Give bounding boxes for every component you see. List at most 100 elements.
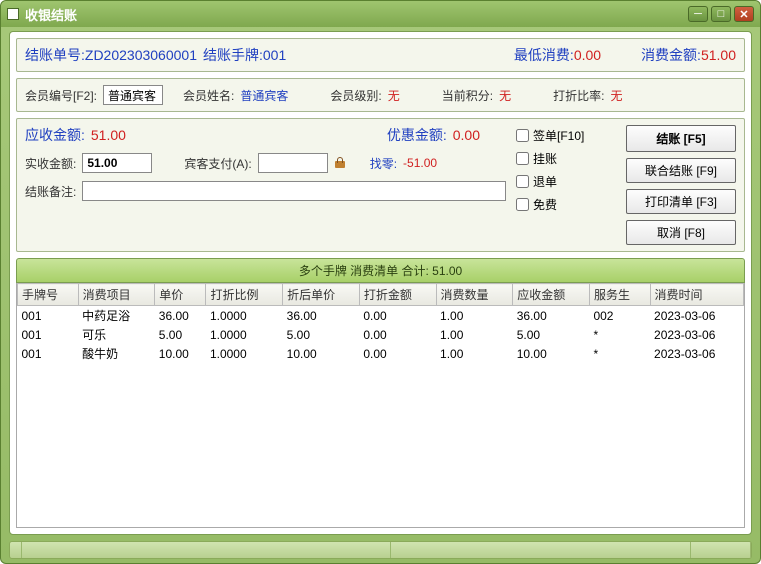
- column-header[interactable]: 服务生: [589, 284, 650, 306]
- paid-input[interactable]: [82, 153, 152, 173]
- member-points-label: 当前积分:: [442, 87, 493, 104]
- table-cell: 10.00: [155, 344, 206, 363]
- member-discount-label: 打折比率:: [553, 87, 604, 104]
- receivable-label: 应收金额:: [25, 125, 85, 145]
- column-header[interactable]: 手牌号: [18, 284, 79, 306]
- table-cell: 001: [18, 344, 79, 363]
- table-cell: 5.00: [283, 325, 360, 344]
- min-consume-value: 0.00: [574, 47, 601, 63]
- consume-amount-label: 消费金额:: [641, 45, 701, 65]
- union-checkout-button[interactable]: 联合结账 [F9]: [626, 158, 736, 183]
- table-cell: 酸牛奶: [78, 344, 155, 363]
- member-level-label: 会员级别:: [330, 87, 381, 104]
- table-cell: 36.00: [155, 306, 206, 326]
- payment-checks: 签单[F10] 挂账 退单 免费: [516, 125, 616, 245]
- payment-buttons: 结账 [F5] 联合结账 [F9] 打印清单 [F3] 取消 [F8]: [626, 125, 736, 245]
- discount-amount-label: 优惠金额:: [387, 125, 447, 145]
- table-cell: 36.00: [513, 306, 590, 326]
- refund-checkbox[interactable]: [516, 175, 529, 188]
- close-button[interactable]: ✕: [734, 6, 754, 22]
- sign-checkbox-label[interactable]: 签单[F10]: [516, 127, 616, 144]
- column-header[interactable]: 消费时间: [650, 284, 743, 306]
- column-header[interactable]: 单价: [155, 284, 206, 306]
- credit-checkbox-label[interactable]: 挂账: [516, 150, 616, 167]
- table-cell: 1.00: [436, 344, 513, 363]
- table-cell: 2023-03-06: [650, 325, 743, 344]
- table-cell: *: [589, 344, 650, 363]
- sign-checkbox[interactable]: [516, 129, 529, 142]
- column-header[interactable]: 打折金额: [359, 284, 436, 306]
- min-consume-label: 最低消费:: [514, 45, 574, 65]
- guest-pay-input[interactable]: [258, 153, 328, 173]
- column-header[interactable]: 消费项目: [78, 284, 155, 306]
- content-area: 结账单号: ZD202303060001 结账手牌: 001 最低消费: 0.0…: [9, 31, 752, 535]
- free-checkbox-label[interactable]: 免费: [516, 196, 616, 213]
- table-cell: 001: [18, 325, 79, 344]
- member-id-label: 会员编号[F2]:: [25, 87, 97, 104]
- discount-amount-value: 0.00: [453, 127, 480, 143]
- free-checkbox[interactable]: [516, 198, 529, 211]
- table-title: 多个手牌 消费清单 合计: 51.00: [16, 258, 745, 283]
- titlebar: 收银结账 ─ □ ✕: [1, 1, 760, 27]
- credit-checkbox[interactable]: [516, 152, 529, 165]
- consume-amount-value: 51.00: [701, 47, 736, 63]
- member-level-value: 无: [388, 87, 400, 104]
- paid-label: 实收金额:: [25, 155, 76, 172]
- table-row[interactable]: 001酸牛奶10.001.000010.000.001.0010.00*2023…: [18, 344, 744, 363]
- table-cell: 可乐: [78, 325, 155, 344]
- table-cell: 1.0000: [206, 325, 283, 344]
- member-name-value: 普通宾客: [240, 87, 288, 104]
- member-points-value: 无: [499, 87, 511, 104]
- payment-left: 应收金额: 51.00 优惠金额: 0.00 实收金额: 宾客支付(A): 找零…: [25, 125, 506, 245]
- header-panel: 结账单号: ZD202303060001 结账手牌: 001 最低消费: 0.0…: [16, 38, 745, 72]
- table-cell: 10.00: [513, 344, 590, 363]
- table-cell: 2023-03-06: [650, 344, 743, 363]
- bill-no-value: ZD202303060001: [85, 47, 197, 63]
- change-label: 找零:: [370, 155, 397, 172]
- table-cell: 5.00: [513, 325, 590, 344]
- table-row[interactable]: 001中药足浴36.001.000036.000.001.0036.000022…: [18, 306, 744, 326]
- print-button[interactable]: 打印清单 [F3]: [626, 189, 736, 214]
- cancel-button[interactable]: 取消 [F8]: [626, 220, 736, 245]
- column-header[interactable]: 折后单价: [283, 284, 360, 306]
- table-cell: 002: [589, 306, 650, 326]
- table-wrap[interactable]: 手牌号消费项目单价打折比例折后单价打折金额消费数量应收金额服务生消费时间 001…: [16, 283, 745, 528]
- consume-table: 手牌号消费项目单价打折比例折后单价打折金额消费数量应收金额服务生消费时间 001…: [17, 283, 744, 363]
- remark-input[interactable]: [82, 181, 506, 201]
- bill-no-label: 结账单号:: [25, 45, 85, 65]
- checkout-button[interactable]: 结账 [F5]: [626, 125, 736, 152]
- table-cell: 1.00: [436, 325, 513, 344]
- table-cell: 0.00: [359, 306, 436, 326]
- lock-icon: [334, 157, 346, 169]
- table-cell: 36.00: [283, 306, 360, 326]
- status-bar: [9, 541, 752, 559]
- table-cell: 中药足浴: [78, 306, 155, 326]
- table-cell: 1.00: [436, 306, 513, 326]
- member-discount-value: 无: [610, 87, 622, 104]
- column-header[interactable]: 应收金额: [513, 284, 590, 306]
- table-cell: 1.0000: [206, 344, 283, 363]
- table-cell: 2023-03-06: [650, 306, 743, 326]
- card-no-value: 001: [263, 47, 286, 63]
- column-header[interactable]: 打折比例: [206, 284, 283, 306]
- member-panel: 会员编号[F2]: 会员姓名: 普通宾客 会员级别: 无 当前积分: 无 打折比…: [16, 78, 745, 112]
- column-header[interactable]: 消费数量: [436, 284, 513, 306]
- guest-pay-label: 宾客支付(A):: [184, 155, 251, 172]
- window: 收银结账 ─ □ ✕ 结账单号: ZD202303060001 结账手牌: 00…: [0, 0, 761, 564]
- remark-label: 结账备注:: [25, 183, 76, 200]
- receivable-value: 51.00: [91, 127, 126, 143]
- table-cell: *: [589, 325, 650, 344]
- table-row[interactable]: 001可乐5.001.00005.000.001.005.00*2023-03-…: [18, 325, 744, 344]
- payment-panel: 应收金额: 51.00 优惠金额: 0.00 实收金额: 宾客支付(A): 找零…: [16, 118, 745, 252]
- member-id-input[interactable]: [103, 85, 163, 105]
- minimize-button[interactable]: ─: [688, 6, 708, 22]
- maximize-button[interactable]: □: [711, 6, 731, 22]
- table-cell: 001: [18, 306, 79, 326]
- table-cell: 0.00: [359, 344, 436, 363]
- table-cell: 0.00: [359, 325, 436, 344]
- table-cell: 1.0000: [206, 306, 283, 326]
- table-cell: 5.00: [155, 325, 206, 344]
- refund-checkbox-label[interactable]: 退单: [516, 173, 616, 190]
- card-no-label: 结账手牌:: [203, 45, 263, 65]
- system-icon: [7, 8, 19, 20]
